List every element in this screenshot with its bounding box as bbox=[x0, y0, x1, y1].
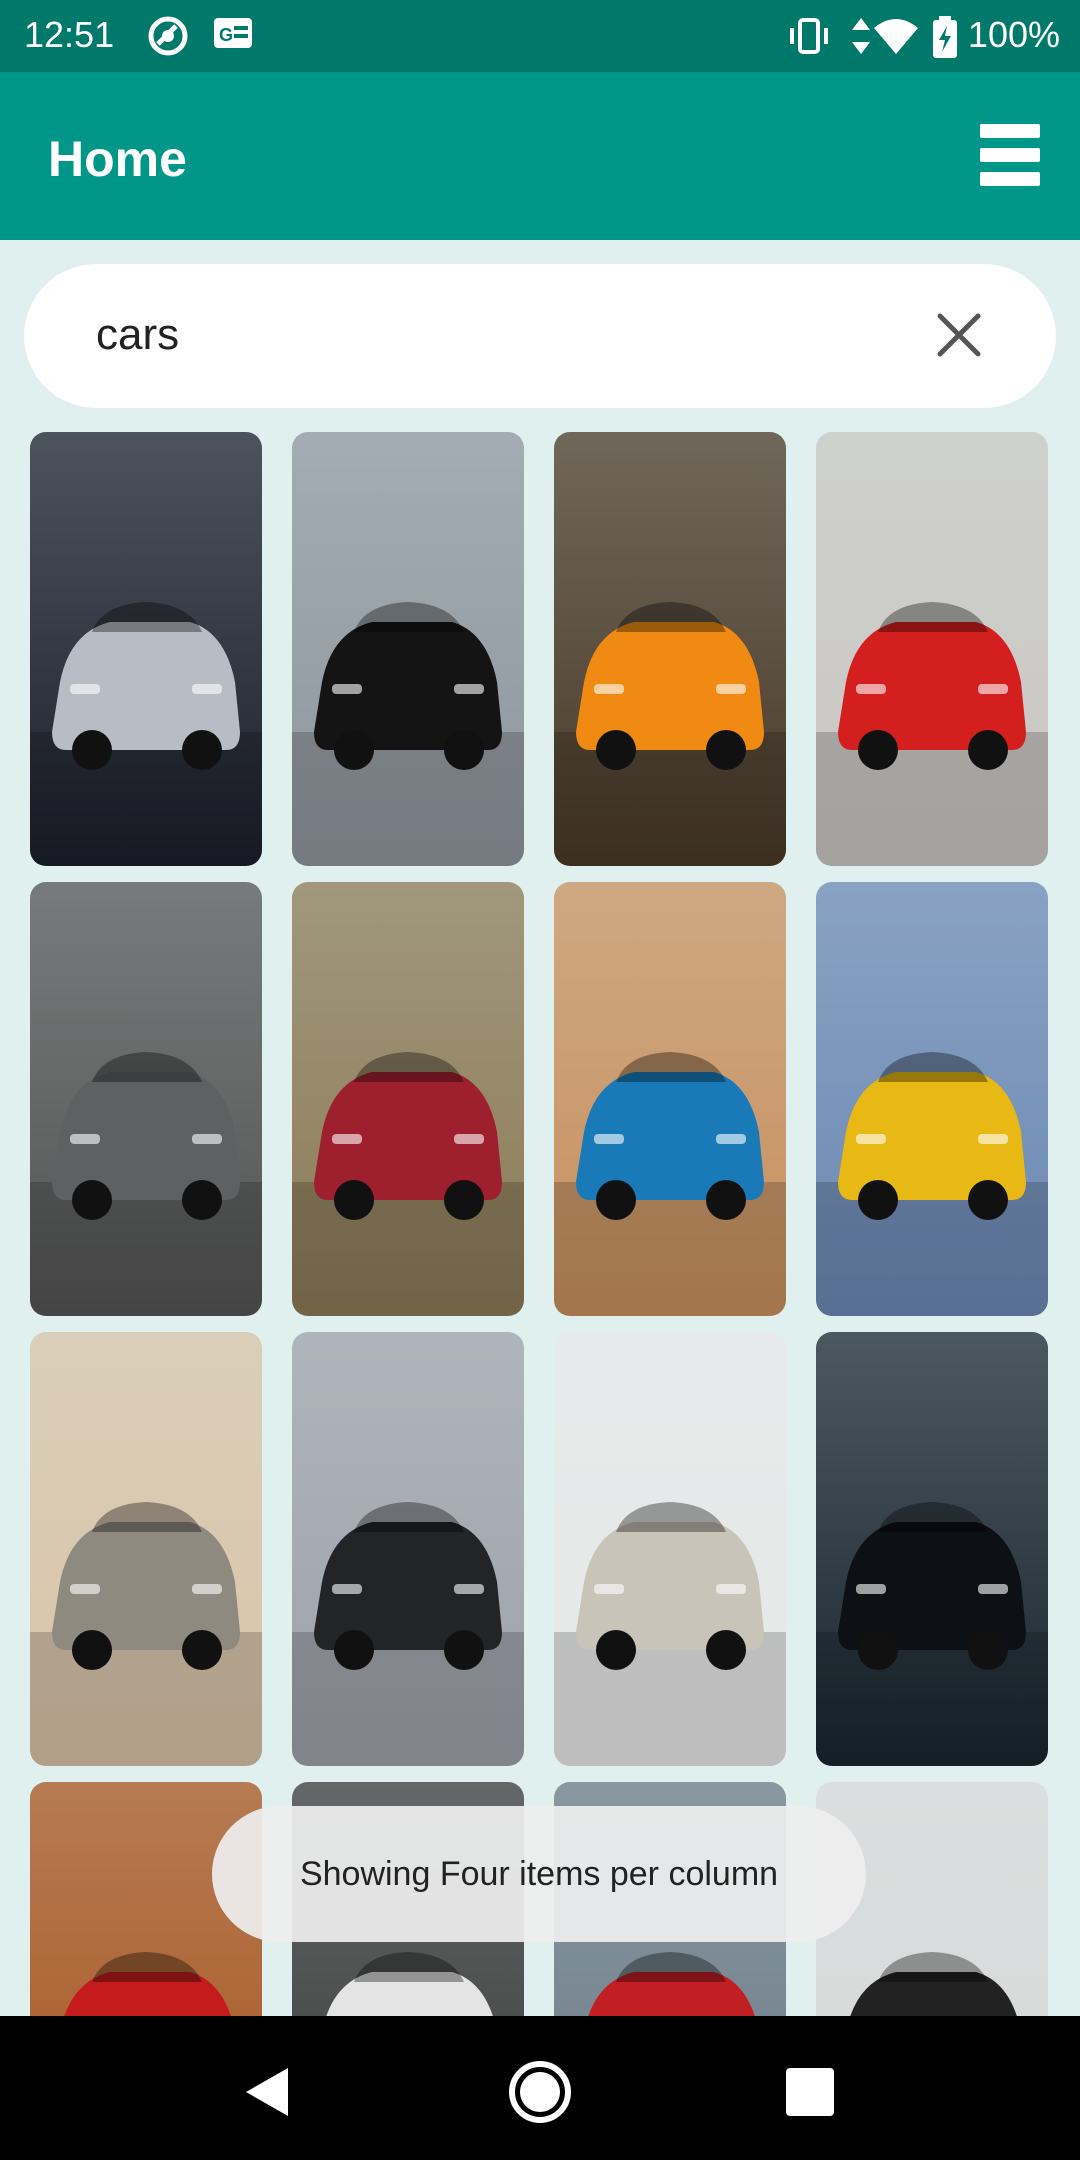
car-image-tile[interactable] bbox=[30, 1332, 262, 1766]
sync-icon bbox=[146, 14, 190, 63]
battery-percentage: 100% bbox=[967, 14, 1060, 55]
search-input[interactable] bbox=[96, 302, 876, 368]
car-image-tile[interactable] bbox=[816, 1332, 1048, 1766]
recents-square-icon[interactable] bbox=[770, 2052, 850, 2132]
car-image-tile[interactable] bbox=[292, 432, 524, 866]
car-photo bbox=[554, 432, 786, 866]
car-photo bbox=[30, 882, 262, 1316]
car-photo bbox=[554, 1332, 786, 1766]
toast-text: Showing Four items per column bbox=[299, 1854, 779, 1893]
car-image-tile[interactable] bbox=[30, 432, 262, 866]
car-photo bbox=[554, 882, 786, 1316]
car-photo bbox=[292, 1332, 524, 1766]
car-image-tile[interactable] bbox=[292, 1332, 524, 1766]
car-photo bbox=[292, 882, 524, 1316]
battery-charging-icon bbox=[930, 14, 960, 65]
car-photo bbox=[816, 882, 1048, 1316]
car-image-tile[interactable] bbox=[554, 432, 786, 866]
car-photo bbox=[816, 1332, 1048, 1766]
car-photo bbox=[30, 1332, 262, 1766]
car-image-tile[interactable] bbox=[816, 882, 1048, 1316]
news-icon: G bbox=[212, 14, 254, 59]
app-bar: Home bbox=[0, 72, 1080, 240]
car-photo bbox=[816, 432, 1048, 866]
car-photo bbox=[292, 432, 524, 866]
close-icon[interactable] bbox=[934, 310, 984, 360]
car-image-tile[interactable] bbox=[30, 882, 262, 1316]
vibrate-icon bbox=[786, 14, 832, 63]
hamburger-menu-icon[interactable] bbox=[980, 124, 1040, 186]
svg-text:G: G bbox=[219, 25, 233, 45]
data-arrows-icon bbox=[850, 14, 872, 63]
car-image-tile[interactable] bbox=[816, 432, 1048, 866]
system-nav-bar bbox=[0, 2016, 1080, 2160]
search-bar bbox=[24, 264, 1056, 408]
toast-message: Showing Four items per column bbox=[212, 1806, 866, 1942]
car-photo bbox=[30, 432, 262, 866]
page-title: Home bbox=[48, 131, 187, 187]
status-bar: 12:51 G 100% bbox=[0, 0, 1080, 72]
home-circle-icon[interactable] bbox=[500, 2052, 580, 2132]
back-triangle-icon[interactable] bbox=[228, 2052, 308, 2132]
wifi-icon bbox=[872, 14, 920, 63]
status-time: 12:51 bbox=[24, 14, 115, 55]
car-image-tile[interactable] bbox=[292, 882, 524, 1316]
car-image-tile[interactable] bbox=[554, 1332, 786, 1766]
car-image-tile[interactable] bbox=[554, 882, 786, 1316]
